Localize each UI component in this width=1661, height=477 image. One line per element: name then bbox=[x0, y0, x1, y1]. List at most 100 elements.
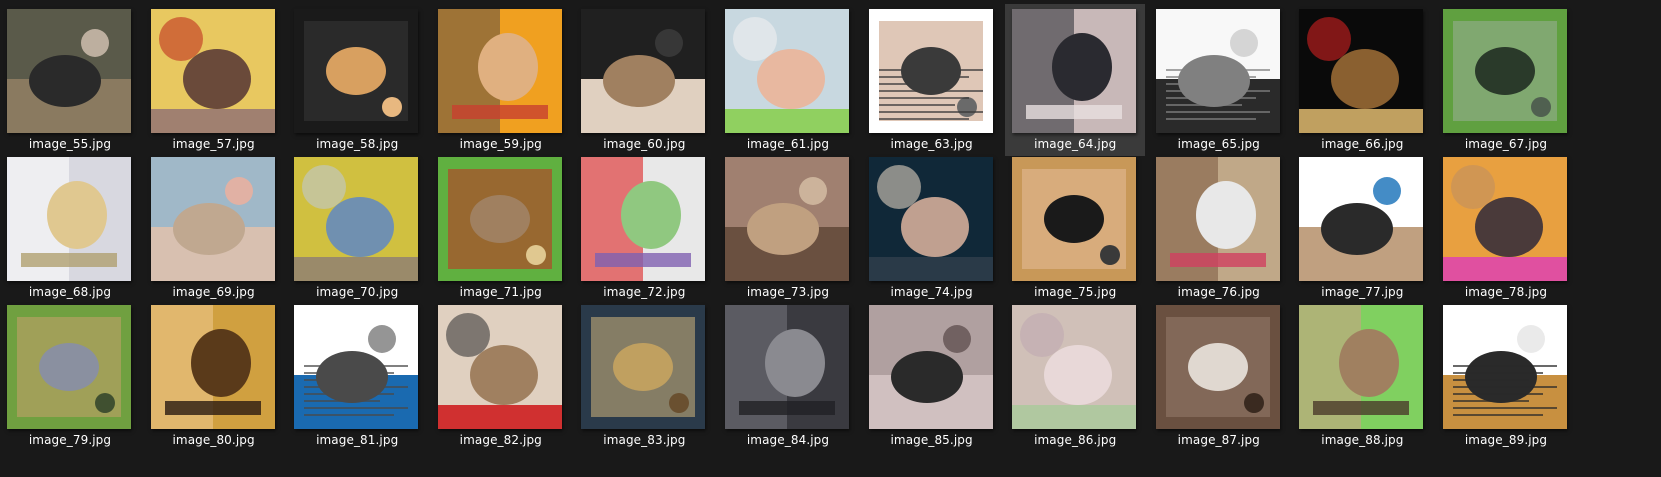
file-item[interactable]: image_76.jpg bbox=[1149, 152, 1289, 304]
file-name-label: image_65.jpg bbox=[1177, 137, 1260, 151]
file-item[interactable]: image_85.jpg bbox=[862, 300, 1002, 452]
file-name-label: image_68.jpg bbox=[28, 285, 112, 299]
image-thumbnail bbox=[1155, 9, 1280, 133]
thumbnail-art bbox=[868, 157, 993, 281]
file-name-label: image_88.jpg bbox=[1321, 433, 1404, 447]
file-name-label: image_63.jpg bbox=[890, 137, 973, 151]
image-thumbnail bbox=[1299, 9, 1424, 133]
thumbnail-art bbox=[150, 9, 275, 133]
file-item[interactable]: image_75.jpg bbox=[1005, 152, 1145, 304]
thumbnail-art bbox=[150, 305, 275, 429]
image-thumbnail bbox=[150, 305, 275, 429]
file-grid: image_55.jpg image_57.jpg image_58.jpg imag… bbox=[0, 0, 1661, 477]
file-item[interactable]: image_68.jpg bbox=[0, 152, 140, 304]
thumbnail-art bbox=[1443, 305, 1567, 429]
file-item[interactable]: image_82.jpg bbox=[431, 300, 571, 452]
file-item[interactable]: image_64.jpg bbox=[1005, 4, 1146, 156]
file-item[interactable]: image_80.jpg bbox=[144, 300, 284, 452]
image-thumbnail bbox=[868, 305, 993, 429]
file-item[interactable]: image_78.jpg bbox=[1436, 152, 1576, 304]
thumbnail-art bbox=[1155, 9, 1280, 133]
image-thumbnail bbox=[1155, 157, 1280, 281]
thumbnail-art bbox=[7, 157, 131, 281]
thumbnail-art bbox=[294, 9, 419, 133]
file-item[interactable]: image_59.jpg bbox=[431, 4, 571, 156]
image-thumbnail bbox=[294, 9, 419, 133]
thumbnail-art bbox=[437, 305, 562, 429]
file-name-label: image_72.jpg bbox=[603, 285, 686, 299]
file-item[interactable]: image_63.jpg bbox=[862, 4, 1002, 156]
image-thumbnail bbox=[7, 157, 131, 281]
file-item[interactable]: image_79.jpg bbox=[0, 300, 140, 452]
image-thumbnail bbox=[7, 305, 131, 429]
image-thumbnail bbox=[725, 305, 849, 429]
file-name-label: image_75.jpg bbox=[1034, 285, 1117, 299]
file-name-label: image_86.jpg bbox=[1034, 433, 1117, 447]
file-item[interactable]: image_69.jpg bbox=[144, 152, 284, 304]
file-name-label: image_77.jpg bbox=[1321, 285, 1404, 299]
file-name-label: image_71.jpg bbox=[459, 285, 542, 299]
thumbnail-art bbox=[1155, 305, 1280, 429]
thumbnail-art bbox=[1299, 9, 1424, 133]
file-item[interactable]: image_66.jpg bbox=[1292, 4, 1432, 156]
file-item[interactable]: image_86.jpg bbox=[1005, 300, 1145, 452]
thumbnail-art bbox=[868, 9, 993, 133]
thumbnail-art bbox=[725, 305, 849, 429]
file-item[interactable]: image_88.jpg bbox=[1292, 300, 1432, 452]
image-thumbnail bbox=[581, 305, 706, 429]
file-name-label: image_80.jpg bbox=[172, 433, 255, 447]
file-item[interactable]: image_61.jpg bbox=[718, 4, 858, 156]
thumbnail-art bbox=[725, 157, 849, 281]
image-thumbnail bbox=[581, 9, 706, 133]
image-thumbnail bbox=[437, 157, 562, 281]
file-name-label: image_78.jpg bbox=[1464, 285, 1548, 299]
thumbnail-art bbox=[581, 9, 706, 133]
file-item[interactable]: image_71.jpg bbox=[431, 152, 571, 304]
file-name-label: image_87.jpg bbox=[1177, 433, 1260, 447]
file-item[interactable]: image_55.jpg bbox=[0, 4, 140, 156]
thumbnail-art bbox=[581, 157, 706, 281]
thumbnail-art bbox=[1299, 157, 1424, 281]
file-name-label: image_61.jpg bbox=[746, 137, 830, 151]
file-item[interactable]: image_65.jpg bbox=[1149, 4, 1289, 156]
image-thumbnail bbox=[1012, 9, 1137, 133]
file-item[interactable]: image_57.jpg bbox=[144, 4, 284, 156]
image-thumbnail bbox=[1299, 157, 1424, 281]
file-item[interactable]: image_77.jpg bbox=[1292, 152, 1432, 304]
thumbnail-art bbox=[1012, 305, 1137, 429]
file-item[interactable]: image_81.jpg bbox=[287, 300, 427, 452]
file-item[interactable]: image_58.jpg bbox=[287, 4, 427, 156]
thumbnail-art bbox=[1012, 157, 1137, 281]
file-item[interactable]: image_73.jpg bbox=[718, 152, 858, 304]
file-item[interactable]: image_89.jpg bbox=[1436, 300, 1576, 452]
thumbnail-art bbox=[294, 157, 419, 281]
file-name-label: image_85.jpg bbox=[890, 433, 973, 447]
file-item[interactable]: image_60.jpg bbox=[574, 4, 714, 156]
image-thumbnail bbox=[725, 9, 849, 133]
image-thumbnail bbox=[7, 9, 131, 133]
file-name-label: image_82.jpg bbox=[459, 433, 542, 447]
image-thumbnail bbox=[294, 157, 419, 281]
thumbnail-art bbox=[1155, 157, 1280, 281]
file-name-label: image_76.jpg bbox=[1177, 285, 1260, 299]
file-item[interactable]: image_70.jpg bbox=[287, 152, 427, 304]
file-name-label: image_79.jpg bbox=[28, 433, 112, 447]
thumbnail-art bbox=[868, 305, 993, 429]
file-item[interactable]: image_87.jpg bbox=[1149, 300, 1289, 452]
file-item[interactable]: image_74.jpg bbox=[862, 152, 1002, 304]
file-name-label: image_83.jpg bbox=[603, 433, 686, 447]
file-name-label: image_57.jpg bbox=[172, 137, 255, 151]
file-name-label: image_81.jpg bbox=[316, 433, 399, 447]
file-name-label: image_84.jpg bbox=[746, 433, 830, 447]
file-item[interactable]: image_84.jpg bbox=[718, 300, 858, 452]
file-name-label: image_60.jpg bbox=[603, 137, 686, 151]
file-item[interactable]: image_72.jpg bbox=[574, 152, 714, 304]
file-item[interactable]: image_83.jpg bbox=[574, 300, 714, 452]
image-thumbnail bbox=[150, 157, 275, 281]
file-name-label: image_69.jpg bbox=[172, 285, 255, 299]
thumbnail-art bbox=[1443, 157, 1567, 281]
file-name-label: image_70.jpg bbox=[316, 285, 399, 299]
file-item[interactable]: image_67.jpg bbox=[1436, 4, 1576, 156]
image-thumbnail bbox=[1443, 305, 1567, 429]
image-thumbnail bbox=[1443, 157, 1567, 281]
